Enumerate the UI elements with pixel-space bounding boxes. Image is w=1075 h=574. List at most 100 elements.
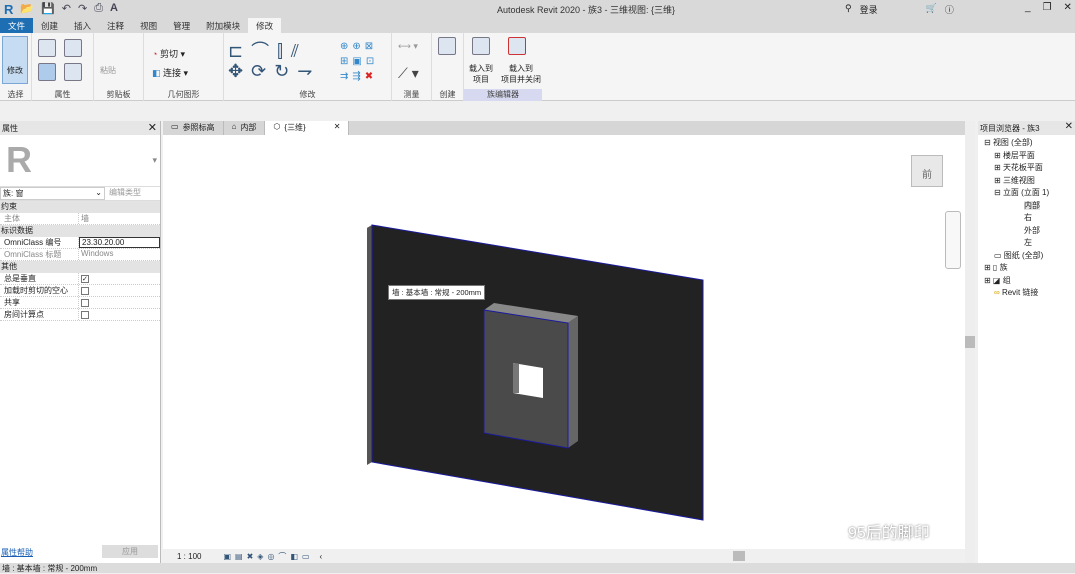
paste-button[interactable]: 粘贴 (100, 65, 116, 76)
load-into-project-icon (472, 37, 490, 55)
join-button[interactable]: ◧ 连接 ▾ (152, 66, 188, 79)
tree-item[interactable]: ⊞ 楼层平面 (984, 150, 1075, 163)
tree-label: 内部 (1024, 200, 1040, 210)
panel-label: 几何图形 (167, 90, 200, 99)
tree-item[interactable]: 左 (984, 237, 1075, 250)
minimize-button[interactable]: _ (1025, 2, 1031, 13)
tab-create[interactable]: 创建 (33, 18, 66, 33)
quick-access-toolbar[interactable]: R 📂 💾 ↶ ↷ ⎙ A (4, 2, 118, 17)
save-icon[interactable]: 💾 (41, 2, 55, 17)
checkbox[interactable] (81, 311, 89, 319)
tab-view[interactable]: 视图 (132, 18, 165, 33)
property-row: 主体墙 (0, 213, 160, 225)
viewcube[interactable]: 前 (911, 155, 943, 187)
panel-label: 创建 (439, 90, 456, 99)
tab-manage[interactable]: 管理 (165, 18, 198, 33)
close-icon[interactable]: ✕ (148, 121, 157, 134)
family-filter-label: 族: 窗 (3, 189, 24, 198)
tree-item[interactable]: ⊟ 立面 (立面 1) (984, 187, 1075, 200)
horizontal-scrollbar[interactable] (605, 551, 965, 561)
tab-annotate[interactable]: 注释 (99, 18, 132, 33)
measure-icon[interactable]: ⟷ ▾ (398, 41, 418, 52)
panel-measure: ⟷ ▾ ⟋ ▾ 测量 (392, 33, 432, 101)
join-label: 连接 (163, 68, 182, 78)
scrollbar-thumb[interactable] (733, 551, 745, 561)
chevron-left-icon[interactable]: ‹ (320, 552, 323, 561)
property-key: 总是垂直 (0, 273, 79, 284)
tab-label: 内部 (240, 123, 257, 132)
tree-label: 外部 (1024, 225, 1040, 235)
checkbox[interactable] (81, 299, 89, 307)
type-selector[interactable]: R ▾ (0, 135, 160, 187)
print-icon[interactable]: ⎙ (94, 2, 103, 17)
tree-item[interactable]: ⊟ 视图 (全部) (984, 137, 1075, 150)
text-icon[interactable]: A (110, 2, 118, 17)
array-mirror-icons[interactable]: ⊕⊕⊠ ⊞▣⊡ ⇉⇶✖ (340, 39, 378, 84)
tree-label: 左 (1024, 238, 1032, 247)
tab-insert[interactable]: 插入 (66, 18, 99, 33)
cut-button[interactable]: ◔ 剪切 ▾ (152, 47, 185, 60)
group-name: 约束 (1, 202, 17, 211)
type-properties-icon[interactable] (38, 63, 56, 81)
vertical-scrollbar[interactable] (965, 121, 975, 563)
tree-item[interactable]: ▭ 图纸 (全部) (984, 250, 1075, 263)
3d-canvas[interactable] (163, 135, 965, 551)
undo-icon[interactable]: ↶ (62, 2, 71, 17)
revit-family-icon: R (6, 139, 32, 180)
apply-button[interactable]: 应用 (102, 545, 158, 558)
scale-button[interactable]: 1 : 100 (177, 552, 201, 561)
binoculars-icon[interactable]: ⚲ (845, 3, 852, 16)
tree-item[interactable]: 内部 (984, 200, 1075, 213)
tab-reference-level[interactable]: ▭ 参照标高 (163, 121, 224, 135)
load-into-project-button[interactable]: 载入到 项目 (466, 63, 496, 85)
family-types-icon[interactable] (64, 39, 82, 57)
tree-item[interactable]: ⊞ 三维视图 (984, 175, 1075, 188)
tab-3d[interactable]: ⬡ {三维} ✕ (265, 121, 350, 135)
panel-label[interactable]: 选择 (0, 89, 31, 101)
panel-label: 族编辑器 (464, 89, 542, 101)
tree-item[interactable]: 外部 (984, 225, 1075, 238)
help-icon[interactable]: ⓘ (945, 3, 954, 16)
group-header[interactable]: 标识数据 (0, 225, 160, 237)
modify-button[interactable]: 修改 (2, 36, 28, 84)
tree-item[interactable]: ⊞ ▯ 族 (984, 262, 1075, 275)
panel-modify: ⊏⌒⫿⫽ ✥⟳↻⇁ ⊕⊕⊠ ⊞▣⊡ ⇉⇶✖ 修改 (224, 33, 392, 101)
tree-item[interactable]: 右 (984, 212, 1075, 225)
close-icon[interactable]: ✕ (1065, 121, 1073, 132)
properties-help-link[interactable]: 属性帮助 (1, 547, 33, 558)
tab-addins[interactable]: 附加模块 (198, 18, 248, 33)
tree-item[interactable]: ⊞ 天花板平面 (984, 162, 1075, 175)
login-link[interactable]: 登录 (860, 3, 878, 16)
redo-icon[interactable]: ↷ (78, 2, 87, 17)
group-header[interactable]: 约束 (0, 201, 160, 213)
tab-file[interactable]: 文件 (0, 18, 34, 33)
tree-item[interactable]: ∞ Revit 链接 (984, 287, 1075, 300)
cart-icon[interactable]: 🛒 (926, 3, 937, 16)
navigation-bar[interactable] (945, 211, 961, 269)
open-icon[interactable]: 📂 (20, 2, 34, 17)
cut-label: 剪切 (159, 49, 178, 59)
omniclass-number-input[interactable]: 23.30.20.00 (79, 237, 160, 248)
scrollbar-thumb[interactable] (965, 336, 975, 348)
modify-tools-icons[interactable]: ⊏⌒⫿⫽ (228, 37, 307, 63)
close-tab-icon[interactable]: ✕ (334, 122, 341, 134)
revit-logo-icon[interactable]: R (4, 2, 13, 17)
view-control-icons[interactable]: ▣▤✖◈◎⌒◧▭ (223, 551, 313, 562)
view-tabs: ▭ 参照标高 ⌂ 内部 ⬡ {三维} ✕ (163, 121, 975, 135)
tab-interior[interactable]: ⌂ 内部 (224, 121, 266, 135)
checkbox[interactable]: ✓ (81, 275, 89, 283)
edit-type-button[interactable]: 编辑类型 (105, 187, 141, 200)
form-icon[interactable] (438, 37, 456, 55)
load-and-close-button[interactable]: 载入到 项目并关闭 (500, 63, 542, 85)
tree-item[interactable]: ⊞ ◪ 组 (984, 275, 1075, 288)
family-filter-dropdown[interactable]: 族: 窗 ⌄ (0, 187, 105, 200)
family-category-icon[interactable] (64, 63, 82, 81)
checkbox[interactable] (81, 287, 89, 295)
tab-modify[interactable]: 修改 (248, 18, 282, 33)
dimension-icon[interactable]: ⟋ ▾ (398, 65, 419, 82)
move-rotate-icons[interactable]: ✥⟳↻⇁ (228, 61, 320, 82)
properties-icon[interactable] (38, 39, 56, 57)
group-header[interactable]: 其他 (0, 261, 160, 273)
close-button[interactable]: ✕ (1064, 2, 1072, 13)
restore-button[interactable]: ❐ (1043, 2, 1052, 13)
